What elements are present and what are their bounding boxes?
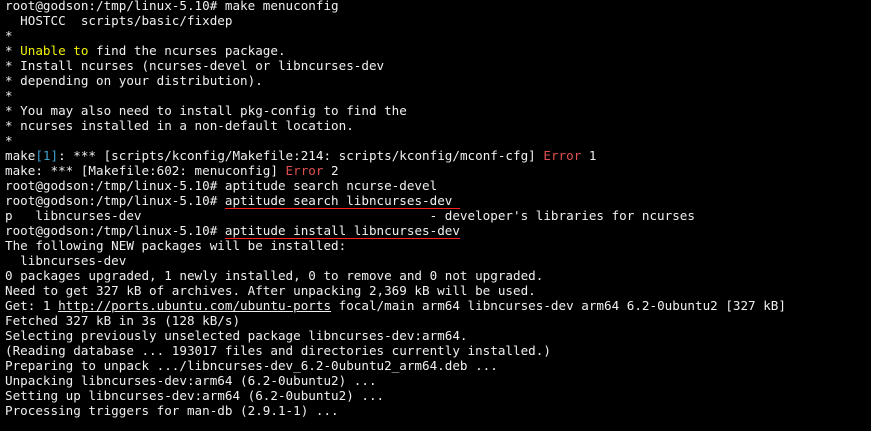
terminal-line: make[1]: *** [scripts/kconfig/Makefile:2… (5, 148, 871, 163)
url-link[interactable]: http://ports.ubuntu.com/ubuntu-ports (58, 298, 331, 313)
terminal-text: 0 packages upgraded, 1 newly installed, … (5, 268, 544, 283)
terminal-text: * (5, 133, 13, 148)
terminal-text: root@godson:/tmp/linux-5.10# (5, 223, 225, 238)
terminal-line: The following NEW packages will be insta… (5, 238, 871, 253)
terminal-text: Selecting previously unselected package … (5, 328, 468, 343)
terminal-line: * Unable to find the ncurses package. (5, 43, 871, 58)
terminal-text: HOSTCC scripts/basic/fixdep (5, 13, 233, 28)
terminal-text: * ncurses installed in a non-default loc… (5, 118, 354, 133)
terminal-line: * (5, 133, 871, 148)
terminal-text: libncurses-dev (5, 253, 127, 268)
terminal-text: The following NEW packages will be insta… (5, 238, 347, 253)
terminal-line: Selecting previously unselected package … (5, 328, 871, 343)
terminal-text: * Install ncurses (ncurses-devel or libn… (5, 58, 385, 73)
terminal-line: * depending on your distribution). (5, 73, 871, 88)
make-level-text: [1] (35, 148, 59, 163)
terminal-output: root@godson:/tmp/linux-5.10# make menuco… (5, 0, 871, 418)
terminal-text: * (5, 28, 13, 43)
terminal-text: * depending on your distribution). (5, 73, 263, 88)
terminal-text: * (5, 88, 13, 103)
terminal-line: p libncurses-dev - developer's libraries… (5, 208, 871, 223)
terminal-line: Setting up libncurses-dev:arm64 (6.2-0ub… (5, 388, 871, 403)
terminal-window[interactable]: root@godson:/tmp/linux-5.10# make menuco… (0, 0, 871, 431)
terminal-line: Processing triggers for man-db (2.9.1-1)… (5, 403, 871, 418)
terminal-line: Unpacking libncurses-dev:arm64 (6.2-0ubu… (5, 373, 871, 388)
terminal-text: Preparing to unpack .../libncurses-dev_6… (5, 358, 498, 373)
terminal-text: make: *** [Makefile:602: menuconfig] (5, 163, 286, 178)
terminal-line: (Reading database ... 193017 files and d… (5, 343, 871, 358)
terminal-text: Get: 1 (5, 298, 59, 313)
terminal-text: 2 (323, 163, 339, 178)
terminal-text: (Reading database ... 193017 files and d… (5, 343, 551, 358)
terminal-line: * (5, 28, 871, 43)
terminal-text: root@godson:/tmp/linux-5.10# aptitude se… (5, 178, 438, 193)
error-text: Error (543, 148, 582, 163)
terminal-line: * You may also need to install pkg-confi… (5, 103, 871, 118)
terminal-line: 0 packages upgraded, 1 newly installed, … (5, 268, 871, 283)
terminal-line: root@godson:/tmp/linux-5.10# aptitude se… (5, 193, 871, 209)
error-text: Error (285, 163, 324, 178)
terminal-text: p libncurses-dev - developer's libraries… (5, 208, 695, 223)
terminal-text: Setting up libncurses-dev:arm64 (6.2-0ub… (5, 388, 385, 403)
highlighted-command: aptitude install libncurses-dev (224, 223, 460, 239)
terminal-text: Need to get 327 kB of archives. After un… (5, 283, 536, 298)
terminal-text: make (5, 148, 36, 163)
terminal-line: Get: 1 http://ports.ubuntu.com/ubuntu-po… (5, 298, 871, 313)
terminal-text: find the ncurses package. (88, 43, 286, 58)
terminal-text: 1 (581, 148, 597, 163)
terminal-text: root@godson:/tmp/linux-5.10# make menuco… (5, 0, 339, 13)
highlighted-command: aptitude search libncurses-dev (224, 193, 460, 209)
terminal-line: root@godson:/tmp/linux-5.10# make menuco… (5, 0, 871, 13)
terminal-line: HOSTCC scripts/basic/fixdep (5, 13, 871, 28)
terminal-text: Unpacking libncurses-dev:arm64 (6.2-0ubu… (5, 373, 377, 388)
terminal-line: make: *** [Makefile:602: menuconfig] Err… (5, 163, 871, 178)
terminal-line: Preparing to unpack .../libncurses-dev_6… (5, 358, 871, 373)
terminal-line: libncurses-dev (5, 253, 871, 268)
terminal-line: * Install ncurses (ncurses-devel or libn… (5, 58, 871, 73)
terminal-line: * (5, 88, 871, 103)
terminal-line: Need to get 327 kB of archives. After un… (5, 283, 871, 298)
terminal-line: * ncurses installed in a non-default loc… (5, 118, 871, 133)
terminal-line: root@godson:/tmp/linux-5.10# aptitude se… (5, 178, 871, 193)
highlighted-text: Unable to (20, 43, 89, 58)
terminal-text: root@godson:/tmp/linux-5.10# (5, 193, 225, 208)
terminal-text: : *** [scripts/kconfig/Makefile:214: scr… (58, 148, 544, 163)
terminal-line: Fetched 327 kB in 3s (128 kB/s) (5, 313, 871, 328)
terminal-text: Processing triggers for man-db (2.9.1-1)… (5, 403, 339, 418)
terminal-text: focal/main arm64 libncurses-dev arm64 6.… (331, 298, 786, 313)
terminal-text: * You may also need to install pkg-confi… (5, 103, 407, 118)
terminal-line: root@godson:/tmp/linux-5.10# aptitude in… (5, 223, 871, 239)
terminal-text: * (5, 43, 21, 58)
terminal-text: Fetched 327 kB in 3s (128 kB/s) (5, 313, 241, 328)
